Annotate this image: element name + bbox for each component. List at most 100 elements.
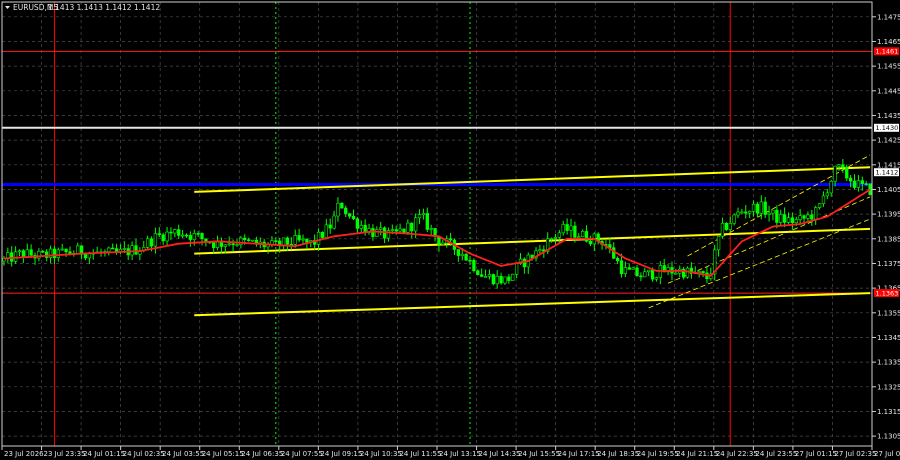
y-tick-label: 1.1455 (877, 63, 900, 71)
candle-body (223, 244, 227, 247)
candle-body (619, 260, 624, 274)
candle-body (344, 207, 348, 214)
candle-body (212, 242, 216, 248)
candle-body (305, 238, 309, 243)
level-price-tag: 1.1363 (876, 289, 899, 297)
candle-body (250, 239, 255, 242)
candle-body (425, 213, 429, 230)
candle-body (860, 180, 864, 184)
y-tick-label: 1.1305 (877, 433, 900, 441)
candle-body (402, 228, 406, 233)
candle-body (60, 248, 64, 251)
candle-body (460, 253, 464, 256)
candle-body (413, 217, 418, 232)
candle-body (52, 248, 57, 259)
candle-body (561, 224, 565, 234)
x-tick-label: 27 Jul 03:55 (874, 450, 900, 458)
candle-body (200, 233, 204, 240)
candle-body (157, 233, 161, 236)
candle-body (429, 228, 433, 230)
chart-canvas[interactable]: 1.1475 1.1465 1.1455 1.1445 1.1435 1.1425 1.14… (0, 0, 900, 460)
candle-body (153, 233, 158, 247)
candle-body (456, 249, 461, 256)
candle-body (41, 250, 45, 253)
candle-body (580, 231, 585, 237)
x-tick-label: 24 Jul 02:35 (123, 450, 165, 458)
candle-body (771, 209, 775, 214)
candle-body (740, 211, 744, 214)
candle-body (410, 222, 414, 232)
candle-body (798, 215, 802, 221)
dropdown-triangle-icon[interactable] (5, 6, 10, 9)
candle-body (557, 232, 562, 238)
candle-body (631, 267, 635, 270)
candle-body (627, 267, 631, 270)
candle-body (188, 235, 193, 240)
candle-body (495, 275, 499, 285)
candle-body (522, 258, 527, 268)
candle-body (736, 211, 740, 216)
candle-body (697, 271, 701, 273)
symbol-header: EURUSD,M5 1.1413 1.1413 1.1412 1.1412 (5, 3, 160, 12)
candle-body (68, 251, 72, 254)
candle-body (472, 259, 476, 272)
candle-body (468, 259, 472, 262)
candle-body (852, 180, 857, 188)
candle-body (848, 177, 853, 182)
candle-body (499, 275, 503, 284)
candle-body (643, 271, 647, 278)
time-axis[interactable]: 23 Jul 2026 23 Jul 23:3524 Jul 01:1524 Ju… (1, 446, 900, 458)
candle-body (375, 229, 379, 237)
x-tick-label: 24 Jul 09:15 (320, 450, 362, 458)
candle-body (83, 254, 88, 259)
candle-body (856, 180, 861, 188)
candle-body (130, 245, 134, 256)
candle-body (833, 165, 837, 182)
y-tick-label: 1.1335 (877, 359, 900, 367)
candle-body (332, 215, 336, 229)
candle-body (491, 274, 495, 285)
candle-body (145, 238, 150, 248)
candle-body (390, 229, 394, 231)
level-price-tag: 1.1461 (876, 48, 899, 56)
price-axis[interactable]: 1.1475 1.1465 1.1455 1.1445 1.1435 1.1425 1.14… (872, 13, 900, 441)
candle-body (379, 227, 383, 230)
candle-body (480, 274, 484, 277)
candle-body (56, 249, 60, 259)
candle-body (227, 243, 231, 246)
candle-body (732, 214, 736, 224)
candle-body (10, 252, 14, 262)
candle-body (351, 215, 356, 220)
x-tick-label: 24 Jul 11:55 (399, 450, 441, 458)
candle-body (324, 224, 328, 238)
candle-body (728, 223, 732, 230)
candle-body (615, 258, 620, 262)
candle-body (320, 231, 325, 238)
x-tick-label: 24 Jul 19:55 (637, 450, 679, 458)
candle-body (751, 203, 756, 212)
candle-body (328, 224, 332, 229)
candle-body (173, 229, 177, 234)
candle-body (483, 276, 488, 278)
y-tick-label: 1.1395 (877, 211, 900, 219)
candle-body (421, 213, 426, 215)
candle-body (394, 229, 398, 232)
candle-body (13, 251, 18, 262)
candle-body (417, 214, 422, 219)
y-tick-label: 1.1475 (877, 13, 900, 21)
candle-body (507, 276, 511, 281)
x-tick-label: 24 Jul 15:55 (518, 450, 560, 458)
y-tick-label: 1.1325 (877, 383, 900, 391)
candle-body (635, 267, 639, 277)
candle-body (347, 213, 352, 217)
candle-body (448, 238, 453, 241)
candle-body (29, 249, 33, 256)
candle-body (716, 235, 721, 251)
candle-body (790, 217, 795, 224)
candle-body (573, 225, 577, 238)
candle-body (514, 263, 519, 275)
candle-body (111, 247, 115, 250)
candle-body (196, 233, 200, 235)
candle-body (577, 236, 581, 238)
candle-body (246, 239, 251, 242)
